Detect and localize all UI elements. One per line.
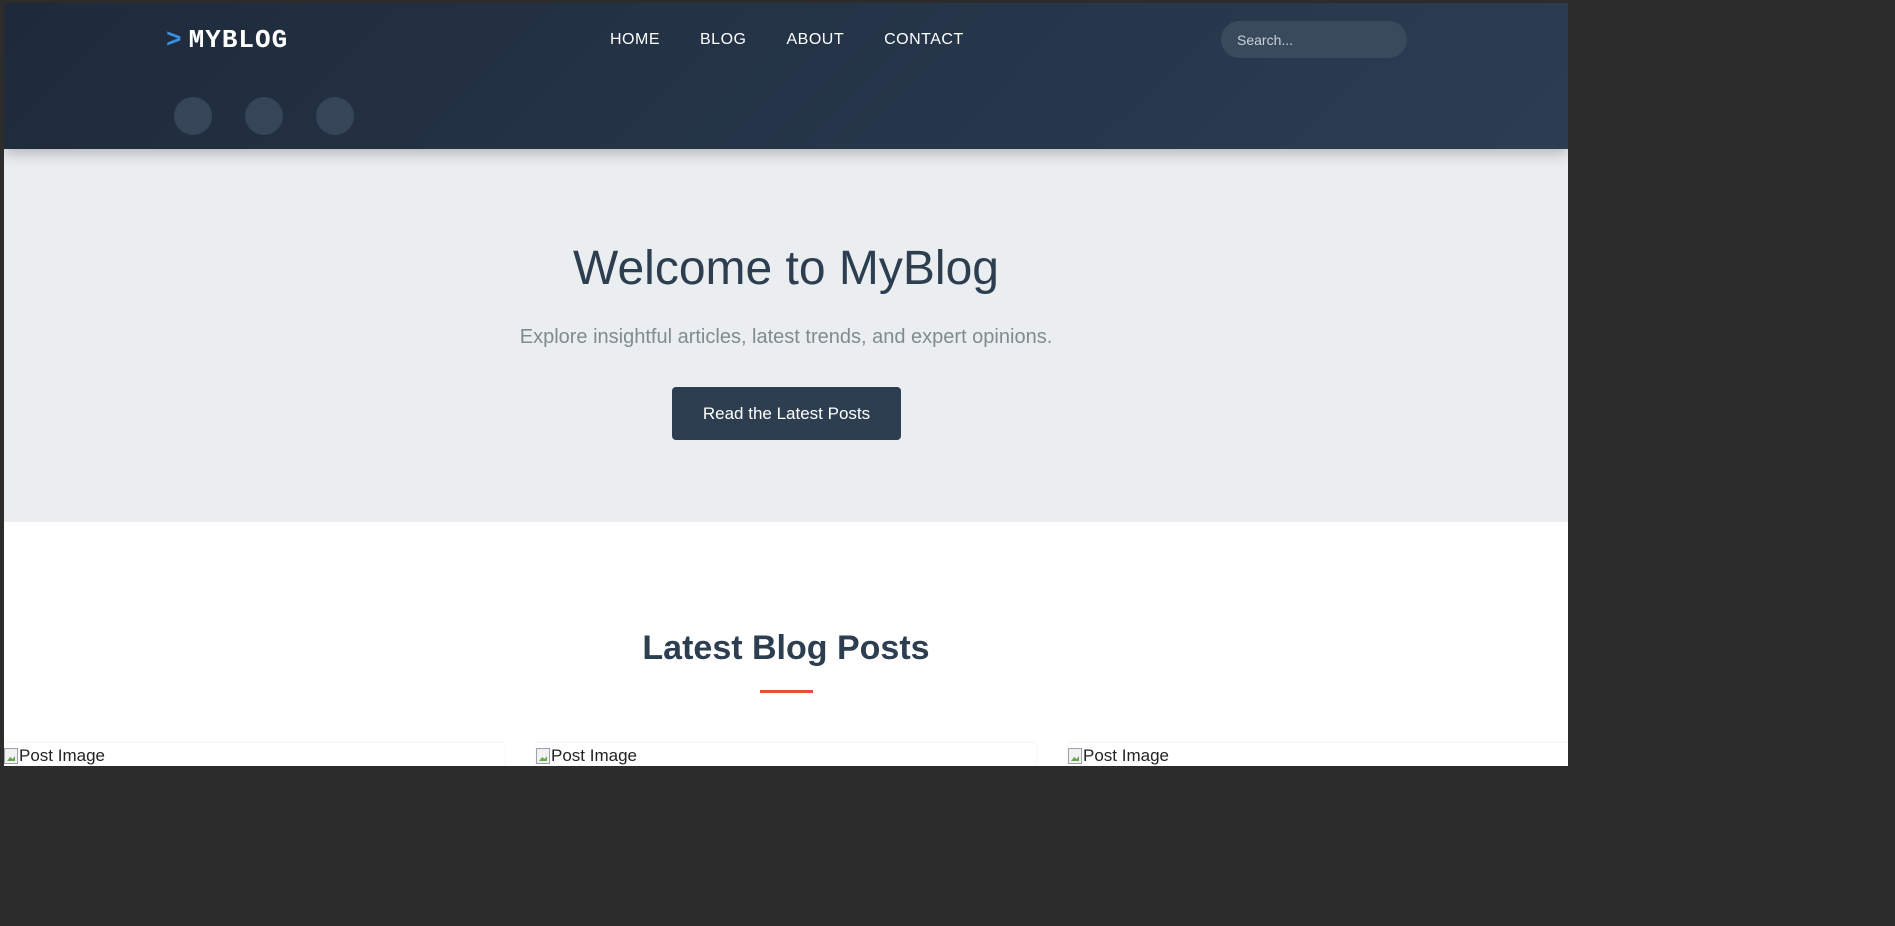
post-image[interactable]: Post Image xyxy=(1068,746,1169,766)
broken-image-icon xyxy=(536,748,550,764)
social-links xyxy=(174,97,354,135)
social-icon[interactable] xyxy=(174,97,212,135)
site-header: > MYBLOG HOME BLOG ABOUT CONTACT xyxy=(4,3,1568,149)
post-image[interactable]: Post Image xyxy=(536,746,637,766)
post-image-alt-text: Post Image xyxy=(551,746,637,765)
post-card[interactable]: Post Image xyxy=(1068,743,1568,766)
nav-item-contact[interactable]: CONTACT xyxy=(884,31,964,49)
social-icon[interactable] xyxy=(245,97,283,135)
post-image-alt-text: Post Image xyxy=(19,746,105,765)
nav-item-blog[interactable]: BLOG xyxy=(700,31,746,49)
site-logo[interactable]: > MYBLOG xyxy=(166,25,288,55)
post-image-alt-text: Post Image xyxy=(1083,746,1169,765)
nav-item-about[interactable]: ABOUT xyxy=(786,31,844,49)
chevron-right-icon: > xyxy=(166,25,183,55)
post-card[interactable]: Post Image xyxy=(536,743,1036,766)
latest-posts-title: Latest Blog Posts xyxy=(642,629,930,667)
nav-item-home[interactable]: HOME xyxy=(610,31,660,49)
broken-image-icon xyxy=(4,748,18,764)
page: > MYBLOG HOME BLOG ABOUT CONTACT Welcome… xyxy=(4,3,1568,766)
search-input[interactable] xyxy=(1221,21,1407,58)
title-underline xyxy=(760,690,813,693)
main-nav: HOME BLOG ABOUT CONTACT xyxy=(610,31,1004,49)
read-latest-posts-button[interactable]: Read the Latest Posts xyxy=(672,387,901,440)
social-icon[interactable] xyxy=(316,97,354,135)
hero-section: Welcome to MyBlog Explore insightful art… xyxy=(4,149,1568,522)
post-card[interactable]: Post Image xyxy=(4,743,504,766)
broken-image-icon xyxy=(1068,748,1082,764)
hero-subtitle: Explore insightful articles, latest tren… xyxy=(519,326,1053,348)
post-image[interactable]: Post Image xyxy=(4,746,105,766)
hero-title: Welcome to MyBlog xyxy=(573,242,999,295)
logo-text: MYBLOG xyxy=(188,25,289,55)
